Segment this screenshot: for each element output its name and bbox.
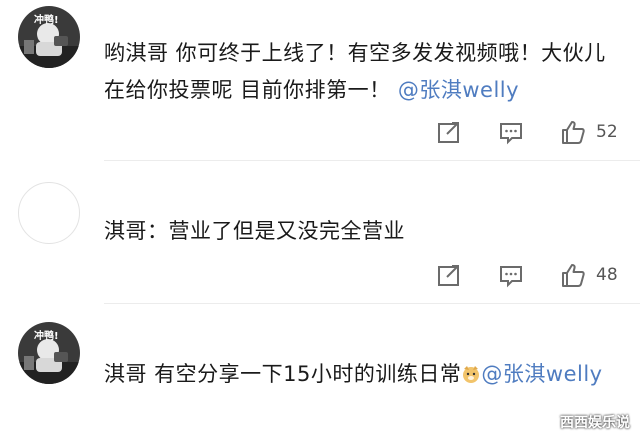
comment-text: 哟淇哥 你可终于上线了！有空多发发视频哦！大伙儿在给你投票呢 目前你排第一！ @… [104,35,624,109]
watermark: 西西娱乐说 [560,415,630,431]
mention-link[interactable]: @张淇welly [481,362,602,386]
avatar[interactable]: 冲鸭! [18,6,80,68]
divider [104,303,640,304]
comment-actions: 48 [0,262,640,292]
thumbs-up-icon[interactable] [560,119,586,145]
comment-text: 淇哥 有空分享一下15小时的训练日常 @张淇welly [104,356,624,393]
comment-icon[interactable] [498,262,524,288]
divider [104,160,640,161]
like-count: 48 [596,265,618,285]
comment-icon[interactable] [498,119,524,145]
thumbs-up-icon[interactable] [560,262,586,288]
comment-text: 淇哥：营业了但是又没完全营业 [104,213,624,250]
like-count: 52 [596,122,618,142]
dog-emoji-icon [463,366,480,383]
mention-link[interactable]: @张淇welly [398,78,519,102]
share-icon[interactable] [436,119,462,145]
avatar[interactable]: 冲鸭! [18,322,80,384]
comment-body: 淇哥：营业了但是又没完全营业 [104,219,405,243]
avatar-badge: 冲鸭! [34,331,59,342]
comment-actions: 52 [0,119,640,149]
comment-body: 淇哥 有空分享一下15小时的训练日常 [104,362,462,386]
comment-body: 哟淇哥 你可终于上线了！有空多发发视频哦！大伙儿在给你投票呢 目前你排第一！ [104,41,606,102]
avatar[interactable] [18,182,80,244]
avatar-badge: 冲鸭! [34,15,59,26]
share-icon[interactable] [436,262,462,288]
